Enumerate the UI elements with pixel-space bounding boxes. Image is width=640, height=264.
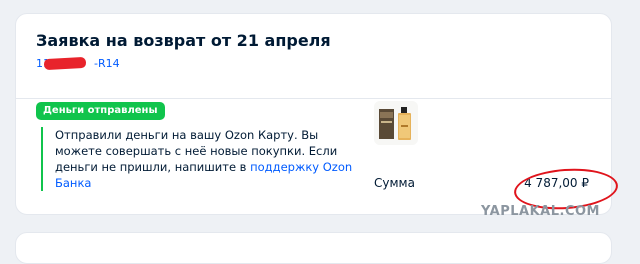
divider <box>16 98 611 99</box>
redaction-mark <box>43 56 87 71</box>
order-id-link[interactable]: 11-R14 <box>36 56 120 71</box>
card-header: Заявка на возврат от 21 апреля 11-R14 <box>36 30 591 71</box>
sum-label: Сумма <box>374 176 415 190</box>
perfume-bottle-graphic <box>374 101 418 145</box>
return-request-card: Заявка на возврат от 21 апреля 11-R14 Де… <box>15 13 620 215</box>
perfume-bottle-icon[interactable] <box>374 101 418 145</box>
next-card <box>15 232 612 264</box>
status-badge: Деньги отправлены <box>36 102 165 120</box>
page: Заявка на возврат от 21 апреля 11-R14 Де… <box>0 0 640 264</box>
order-id-suffix: -R14 <box>94 57 120 70</box>
page-title: Заявка на возврат от 21 апреля <box>36 31 331 50</box>
refund-message: Отправили деньги на вашу Ozon Карту. Вы … <box>41 127 355 191</box>
watermark: YAPLAKAL.COM <box>481 204 600 219</box>
